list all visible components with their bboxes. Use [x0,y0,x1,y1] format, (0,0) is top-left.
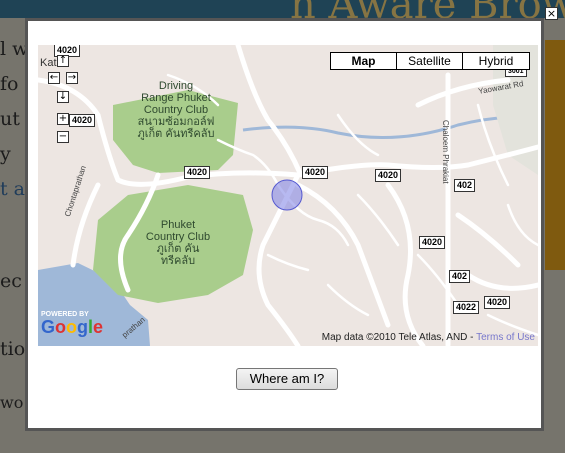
location-dialog: Kat Driving Range Phuket Country Club สน… [25,18,544,431]
map-label-line: Country Club [145,231,211,243]
pan-up-button[interactable]: ↑ [57,55,69,67]
map-type-map-button[interactable]: Map [331,53,396,69]
road-shield: 402 [454,179,476,192]
map-view[interactable]: Kat Driving Range Phuket Country Club สน… [38,45,538,346]
map-label-driving-range: Driving Range Phuket Country Club สนามซ้… [126,80,226,140]
logo-letter: o [55,317,67,337]
road-shield: 4020 [69,114,96,127]
map-label-line: ภูเก็ต คันทรีคลับ [137,128,215,140]
map-label-line: Country Club [143,104,209,116]
map-label-line: Driving [158,80,194,92]
road-shield: 402 [449,270,471,283]
map-label-line: Range Phuket [141,92,211,104]
map-attribution: Map data ©2010 Tele Atlas, AND - Terms o… [322,332,535,343]
road-shield: 4020 [302,166,329,179]
logo-letter: G [41,317,56,337]
location-accuracy-circle [271,179,303,211]
map-label-line: สนามซ้อมกอล์ฟ [137,116,215,128]
road-shield: 4020 [484,296,511,309]
pan-left-button[interactable]: ← [48,72,60,84]
road-shield: 4020 [375,169,402,182]
pan-right-button[interactable]: → [66,72,78,84]
logo-letter: e [93,317,104,337]
road-shield: 4020 [184,166,211,179]
road-shield: 4020 [419,236,446,249]
river [242,115,538,139]
logo-letter: o [66,317,78,337]
map-label-line: Phuket [160,219,196,231]
logo-letter: g [77,317,89,337]
zoom-in-button[interactable]: + [57,113,69,125]
close-button[interactable]: × [545,7,558,20]
map-type-hybrid-button[interactable]: Hybrid [462,53,529,69]
zoom-out-button[interactable]: − [57,131,69,143]
road-shield: 4022 [453,301,480,314]
map-type-selector: Map Satellite Hybrid [330,52,530,70]
map-label-kata: Kat [40,57,57,69]
map-label-phuket-country-club: Phuket Country Club ภูเก็ต คัน ทรีคลับ [128,219,228,267]
attribution-text: Map data ©2010 Tele Atlas, AND - [321,332,477,343]
pan-down-button[interactable]: ↓ [57,91,69,103]
where-am-i-button[interactable]: Where am I? [236,368,338,390]
map-label-line: ภูเก็ต คัน [156,243,200,255]
google-logo[interactable]: POWERED BY Google [41,311,103,336]
google-wordmark: Google [41,318,103,336]
map-label-chaloem-phrakiat: Chaloem Phrakiat [441,120,450,184]
map-label-line: ทรีคลับ [160,255,196,267]
map-type-satellite-button[interactable]: Satellite [396,53,462,69]
terms-of-use-link[interactable]: Terms of Use [476,332,535,343]
